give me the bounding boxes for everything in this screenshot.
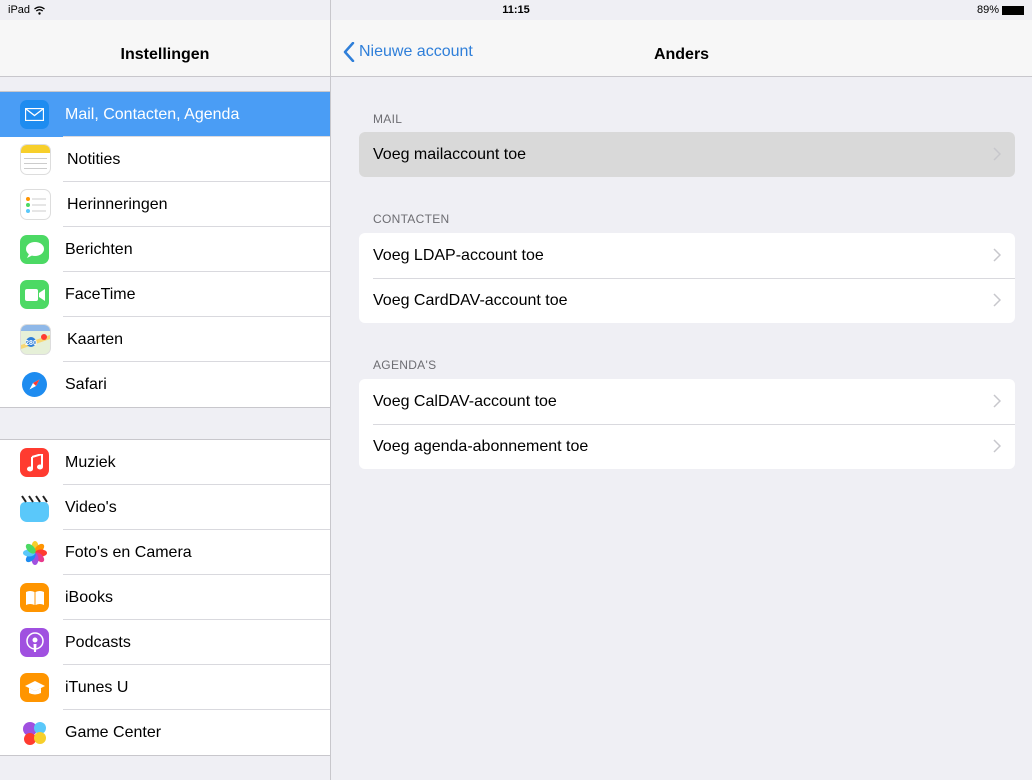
back-button-label: Nieuwe account — [359, 43, 473, 60]
gamecenter-icon — [20, 718, 49, 747]
sidebar-title: Instellingen — [120, 46, 210, 63]
section-header-calendars: AGENDA'S — [373, 358, 437, 372]
chevron-right-icon — [993, 248, 1001, 262]
detail-navbar: Nieuwe account Anders — [331, 20, 1032, 77]
sidebar-item-messages[interactable]: Berichten — [0, 226, 330, 272]
sidebar-item-label: Mail, Contacten, Agenda — [65, 105, 240, 123]
sidebar-item-label: FaceTime — [65, 285, 136, 303]
status-right: 89% — [977, 4, 1024, 16]
sidebar-item-mail[interactable]: Mail, Contacten, Agenda — [0, 92, 330, 137]
mail-group: Voeg mailaccount toe — [359, 132, 1015, 177]
chevron-right-icon — [993, 439, 1001, 453]
sidebar-item-reminders[interactable]: Herinneringen — [0, 181, 330, 227]
status-time: 11:15 — [502, 4, 530, 16]
podcasts-icon — [20, 628, 49, 657]
add-ldap-account-row[interactable]: Voeg LDAP-account toe — [359, 233, 1015, 278]
videos-icon — [20, 493, 49, 522]
section-header-mail: MAIL — [373, 112, 403, 126]
sidebar-navbar: Instellingen — [0, 20, 330, 77]
music-icon — [20, 448, 49, 477]
section-header-contacts: CONTACTEN — [373, 212, 450, 226]
sidebar-item-label: Muziek — [65, 453, 116, 471]
battery-percentage: 89% — [976, 4, 999, 16]
sidebar-item-gamecenter[interactable]: Game Center — [0, 709, 330, 755]
add-mail-account-row[interactable]: Voeg mailaccount toe — [359, 132, 1015, 177]
chevron-right-icon — [993, 147, 1001, 161]
sidebar-item-label: iBooks — [65, 588, 114, 606]
battery-icon — [1002, 5, 1024, 15]
sidebar-item-label: Herinneringen — [67, 195, 168, 213]
ibooks-icon — [20, 583, 49, 612]
chevron-right-icon — [993, 293, 1001, 307]
sidebar-item-notes[interactable]: Notities — [0, 136, 330, 182]
maps-icon: 280 — [20, 324, 51, 355]
notes-icon — [20, 144, 51, 175]
sidebar-item-music[interactable]: Muziek — [0, 440, 330, 485]
row-label: Voeg CardDAV-account toe — [373, 291, 568, 309]
calendars-group: Voeg CalDAV-account toe Voeg agenda-abon… — [359, 379, 1015, 469]
facetime-icon — [20, 280, 49, 309]
photos-icon — [20, 538, 49, 567]
sidebar-item-label: Kaarten — [67, 330, 124, 348]
row-label: Voeg agenda-abonnement toe — [373, 437, 589, 455]
sidebar-item-label: iTunes U — [65, 678, 129, 696]
sidebar-item-maps[interactable]: 280 Kaarten — [0, 316, 330, 362]
sidebar-item-ibooks[interactable]: iBooks — [0, 574, 330, 620]
chevron-left-icon — [343, 42, 355, 62]
reminders-icon — [20, 189, 51, 220]
sidebar-item-label: Safari — [65, 375, 107, 393]
sidebar-group-1: Mail, Contacten, Agenda Notities Herinne… — [0, 91, 330, 408]
add-calendar-subscription-row[interactable]: Voeg agenda-abonnement toe — [359, 424, 1015, 469]
messages-icon — [20, 235, 49, 264]
row-label: Voeg mailaccount toe — [373, 145, 526, 163]
sidebar-item-podcasts[interactable]: Podcasts — [0, 619, 330, 665]
device-name: iPad — [8, 4, 31, 16]
sidebar-item-label: Berichten — [65, 240, 133, 258]
mail-icon — [20, 100, 49, 129]
back-button[interactable]: Nieuwe account — [343, 42, 473, 62]
svg-text:280: 280 — [25, 340, 37, 347]
sidebar-item-photos[interactable]: Foto's en Camera — [0, 529, 330, 575]
sidebar-item-label: Video's — [65, 498, 117, 516]
sidebar-group-2: Muziek Video's Foto's en Camera iBooks P… — [0, 439, 330, 756]
row-label: Voeg CalDAV-account toe — [373, 392, 557, 410]
detail-pane: Nieuwe account Anders MAIL Voeg mailacco… — [331, 0, 1032, 780]
sidebar-item-label: Game Center — [65, 723, 162, 741]
chevron-right-icon — [993, 394, 1001, 408]
add-carddav-account-row[interactable]: Voeg CardDAV-account toe — [359, 278, 1015, 323]
settings-sidebar: Instellingen Mail, Contacten, Agenda Not… — [0, 0, 331, 780]
row-label: Voeg LDAP-account toe — [373, 246, 544, 264]
sidebar-item-itunesu[interactable]: iTunes U — [0, 664, 330, 710]
sidebar-item-videos[interactable]: Video's — [0, 484, 330, 530]
sidebar-item-safari[interactable]: Safari — [0, 361, 330, 407]
sidebar-item-label: Notities — [67, 150, 121, 168]
wifi-icon — [34, 5, 45, 15]
sidebar-item-label: Foto's en Camera — [65, 543, 192, 561]
status-left: iPad — [8, 4, 45, 16]
sidebar-item-facetime[interactable]: FaceTime — [0, 271, 330, 317]
itunesu-icon — [20, 673, 49, 702]
status-bar: iPad 11:15 89% — [0, 0, 1032, 20]
add-caldav-account-row[interactable]: Voeg CalDAV-account toe — [359, 379, 1015, 424]
safari-icon — [20, 370, 49, 399]
sidebar-item-label: Podcasts — [65, 633, 131, 651]
contacts-group: Voeg LDAP-account toe Voeg CardDAV-accou… — [359, 233, 1015, 323]
